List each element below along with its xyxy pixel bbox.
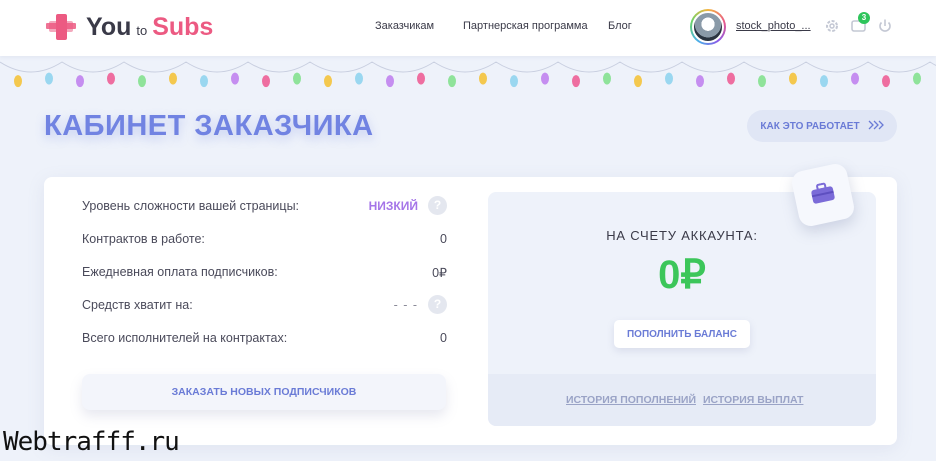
garland-bulb [479,72,487,85]
logo-subs: Subs [152,12,214,41]
power-icon[interactable] [876,17,894,35]
garland-bulb [76,75,84,88]
garland-bulb [634,75,642,88]
stat-value: 0₽ [432,266,447,280]
stat-value: 0 [440,331,447,345]
stat-label: Средств хватит на: [82,298,193,312]
garland-bulb [262,75,270,88]
garland-bulb [851,72,859,85]
stat-label: Всего исполнителей на контрактах: [82,331,288,345]
stat-row-difficulty: Уровень сложности вашей страницы: НИЗКИЙ… [82,196,447,216]
logo-to: to [136,22,148,38]
garland-bulb [107,72,115,85]
logo-plus-icon [44,10,78,44]
page-title: КАБИНЕТ ЗАКАЗЧИКА [44,110,374,142]
balance-amount: 0₽ [658,253,706,297]
difficulty-level-value: НИЗКИЙ [368,199,418,213]
nav-customers[interactable]: Заказчикам [375,20,434,32]
wallet-tile [789,161,857,229]
garland-bulb [45,72,53,85]
garland-bulb [448,75,456,88]
garland-bulb [913,72,921,85]
how-it-works-button[interactable]: КАК ЭТО РАБОТАЕТ [747,110,897,142]
garland-bulb [696,75,704,88]
stat-value: - - - [393,298,418,312]
garland-bulb [727,72,735,85]
avatar[interactable] [690,9,726,45]
garland-bulb [510,75,518,88]
logo-you: You [86,12,132,41]
garland-bulb [758,75,766,88]
garland-bulb [882,75,890,88]
help-icon[interactable]: ? [428,196,447,215]
watermark: Webtrafff.ru [3,427,180,457]
stat-label: Контрактов в работе: [82,232,205,246]
balance-panel: НА СЧЕТУ АККАУНТА: 0₽ ПОПОЛНИТЬ БАЛАНС И… [488,192,876,426]
garland-bulb [603,72,611,85]
logo[interactable]: You to Subs [44,9,213,45]
stat-label: Ежедневная оплата подписчиков: [82,265,278,279]
gear-icon[interactable] [823,17,841,35]
garland-bulb [820,75,828,88]
garland-bulb [541,72,549,85]
how-it-works-label: КАК ЭТО РАБОТАЕТ [760,120,860,132]
payout-history-link[interactable]: ИСТОРИЯ ВЫПЛАТ [703,394,803,406]
username-link[interactable]: stock_photo_... [736,20,811,32]
notification-badge: 3 [858,12,870,24]
garland-bulb [14,75,22,88]
garland-bulb [665,72,673,85]
garland-bulb [293,72,301,85]
stat-row-contracts: Контрактов в работе: 0 [82,229,447,249]
briefcase-icon [809,180,838,209]
chevrons-right-icon [868,120,884,133]
garland-bulb [417,72,425,85]
garland-decoration [0,61,936,88]
garland-bulb [324,75,332,88]
topup-balance-button[interactable]: ПОПОЛНИТЬ БАЛАНС [614,320,750,348]
garland-bulb [138,75,146,88]
garland-bulb [200,75,208,88]
garland-bulb [355,72,363,85]
garland-bulb [572,75,580,88]
top-header: You to Subs Заказчикам Партнерская прогр… [0,0,936,56]
help-icon[interactable]: ? [428,295,447,314]
stat-value: 0 [440,232,447,246]
garland-bulb [231,72,239,85]
order-subscribers-button[interactable]: ЗАКАЗАТЬ НОВЫХ ПОДПИСЧИКОВ [82,374,446,410]
stat-label: Уровень сложности вашей страницы: [82,199,300,213]
stat-row-daily-payment: Ежедневная оплата подписчиков: 0₽ [82,262,447,282]
garland-bulb [789,72,797,85]
nav-blog[interactable]: Блог [608,20,632,32]
stat-row-funds-enough: Средств хватит на: - - - ? [82,295,447,315]
stat-row-performers: Всего исполнителей на контрактах: 0 [82,328,447,348]
garland-bulb [169,72,177,85]
garland-bulb [386,75,394,88]
topup-history-link[interactable]: ИСТОРИЯ ПОПОЛНЕНИЙ [566,394,696,406]
nav-affiliate-program[interactable]: Партнерская программа [463,20,588,32]
balance-label: НА СЧЕТУ АККАУНТА: [606,228,758,243]
